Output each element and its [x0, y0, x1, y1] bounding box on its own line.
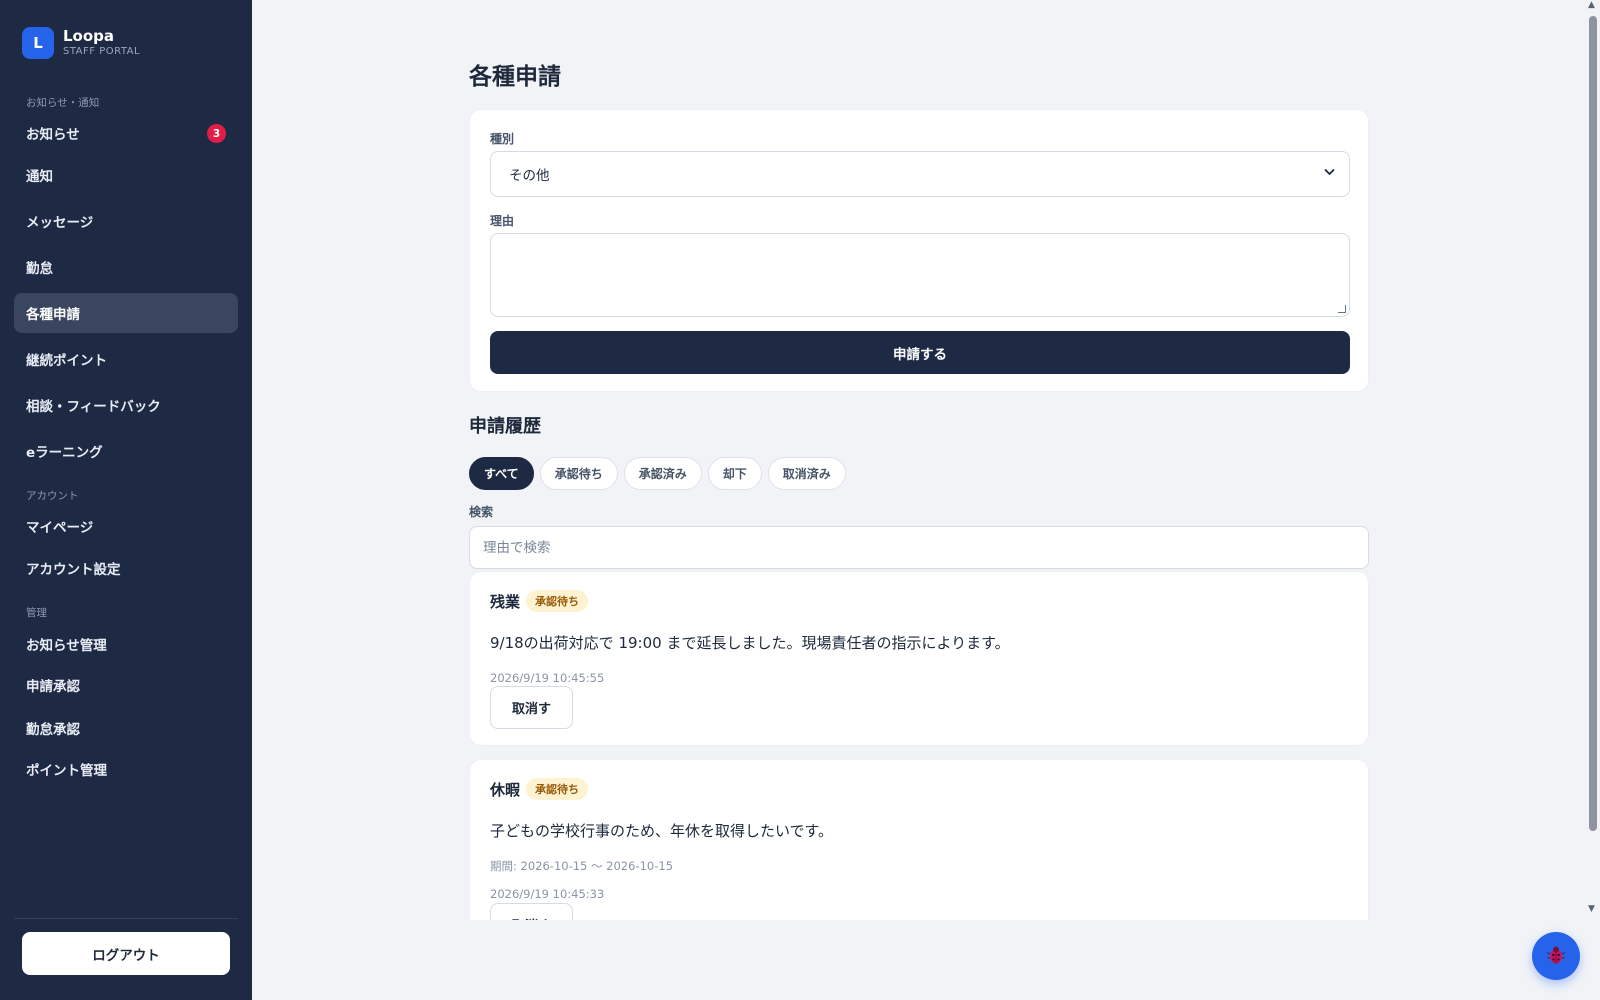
- sidebar-item-announcements[interactable]: お知らせ 3: [14, 113, 238, 153]
- sidebar-item-feedback[interactable]: 相談・フィードバック: [14, 385, 238, 425]
- page-title: 各種申請: [469, 64, 561, 90]
- chevron-down-icon: [1324, 165, 1335, 179]
- sidebar-item-label: 通知: [26, 169, 53, 185]
- logout-button[interactable]: ログアウト: [22, 932, 230, 975]
- debug-button[interactable]: [1532, 932, 1580, 980]
- request-reason: 9/18の出荷対応で 19:00 まで延長しました。現場責任者の指示によります。: [490, 634, 1010, 652]
- sidebar-item-label: 継続ポイント: [26, 353, 107, 369]
- sidebar-item-label: 各種申請: [26, 307, 80, 323]
- sidebar-item-attendance-approval[interactable]: 勤怠承認: [14, 708, 238, 748]
- sidebar-item-label: アカウント設定: [26, 562, 121, 578]
- sidebar-item-label: マイページ: [26, 520, 94, 536]
- history-title: 申請履歴: [469, 416, 541, 437]
- sidebar-item-label: メッセージ: [26, 215, 94, 231]
- scroll-up-icon[interactable]: ▲: [1588, 0, 1595, 10]
- sidebar-item-attendance[interactable]: 勤怠: [14, 247, 238, 287]
- brand: L Loopa STAFF PORTAL: [22, 27, 140, 59]
- sidebar-item-elearning[interactable]: eラーニング: [14, 431, 238, 471]
- request-header: 休暇 承認待ち: [490, 778, 589, 800]
- sidebar-item-announcement-admin[interactable]: お知らせ管理: [14, 624, 238, 664]
- nav-section-notifications: お知らせ・通知: [26, 97, 100, 109]
- submit-button[interactable]: 申請する: [490, 331, 1350, 374]
- filter-pending[interactable]: 承認待ち: [539, 457, 618, 490]
- brand-subtitle: STAFF PORTAL: [63, 46, 141, 57]
- brand-logo: L: [22, 27, 54, 59]
- search-label: 検索: [469, 505, 494, 519]
- sidebar-item-label: お知らせ: [26, 127, 80, 143]
- sidebar-item-point-admin[interactable]: ポイント管理: [14, 749, 238, 789]
- sidebar-item-label: 勤怠承認: [26, 722, 80, 738]
- request-timestamp: 2026/9/19 10:45:33: [490, 887, 605, 901]
- request-timestamp: 2026/9/19 10:45:55: [490, 671, 605, 685]
- bug-icon: [1545, 944, 1567, 969]
- reason-textarea[interactable]: [490, 233, 1350, 317]
- sidebar-item-application-approval[interactable]: 申請承認: [14, 665, 238, 705]
- type-label: 種別: [490, 132, 515, 146]
- request-type: 残業: [490, 592, 521, 611]
- sidebar-item-account-settings[interactable]: アカウント設定: [14, 548, 238, 588]
- main-content: 各種申請 種別 その他 理由 申請する 申請履歴 すべて 承認待ち 承認済み 却…: [252, 0, 1586, 920]
- unread-badge: 3: [207, 124, 226, 143]
- type-select[interactable]: その他: [490, 151, 1350, 197]
- scrollbar-thumb[interactable]: [1589, 16, 1597, 831]
- cancel-request-button[interactable]: 取消す: [490, 686, 573, 729]
- application-form: 種別 その他 理由 申請する: [469, 109, 1369, 392]
- sidebar-item-label: ポイント管理: [26, 763, 107, 779]
- scrollbar[interactable]: ▲ ▼: [1586, 0, 1600, 920]
- sidebar-item-notifications[interactable]: 通知: [14, 155, 238, 195]
- status-filters: すべて 承認待ち 承認済み 却下 取消済み: [469, 457, 846, 490]
- brand-name: Loopa: [63, 27, 115, 45]
- list-item: 残業 承認待ち 9/18の出荷対応で 19:00 まで延長しました。現場責任者の…: [469, 571, 1369, 746]
- filter-cancelled[interactable]: 取消済み: [767, 457, 846, 490]
- sidebar-item-label: 相談・フィードバック: [26, 399, 161, 415]
- brand-text: Loopa STAFF PORTAL: [63, 27, 140, 59]
- sidebar-item-messages[interactable]: メッセージ: [14, 201, 238, 241]
- sidebar-item-points[interactable]: 継続ポイント: [14, 339, 238, 379]
- request-header: 残業 承認待ち: [490, 590, 589, 612]
- filter-approved[interactable]: 承認済み: [623, 457, 702, 490]
- nav-section-admin: 管理: [26, 607, 47, 619]
- status-badge: 承認待ち: [526, 590, 589, 612]
- filter-rejected[interactable]: 却下: [707, 457, 762, 490]
- list-item: 休暇 承認待ち 子どもの学校行事のため、年休を取得したいです。 期間: 2026…: [469, 759, 1369, 920]
- sidebar-item-label: 申請承認: [26, 679, 80, 695]
- search-input[interactable]: [469, 526, 1369, 569]
- sidebar-item-label: お知らせ管理: [26, 638, 107, 654]
- reason-label: 理由: [490, 214, 515, 228]
- sidebar-item-label: 勤怠: [26, 261, 53, 277]
- filter-all[interactable]: すべて: [469, 457, 534, 490]
- request-period: 期間: 2026-10-15 〜 2026-10-15: [490, 859, 674, 873]
- cancel-request-button[interactable]: 取消す: [490, 903, 573, 920]
- sidebar-divider: [14, 918, 238, 919]
- type-select-value: その他: [509, 168, 550, 184]
- status-badge: 承認待ち: [526, 778, 589, 800]
- nav-section-account: アカウント: [26, 490, 79, 502]
- request-reason: 子どもの学校行事のため、年休を取得したいです。: [490, 822, 834, 840]
- sidebar-item-applications[interactable]: 各種申請: [14, 293, 238, 333]
- sidebar-item-mypage[interactable]: マイページ: [14, 506, 238, 546]
- sidebar: L Loopa STAFF PORTAL お知らせ・通知 お知らせ 3 通知 メ…: [0, 0, 252, 1000]
- sidebar-item-label: eラーニング: [26, 445, 103, 461]
- scroll-down-icon[interactable]: ▼: [1588, 904, 1595, 914]
- resize-handle-icon[interactable]: [1338, 305, 1346, 313]
- request-type: 休暇: [490, 780, 521, 799]
